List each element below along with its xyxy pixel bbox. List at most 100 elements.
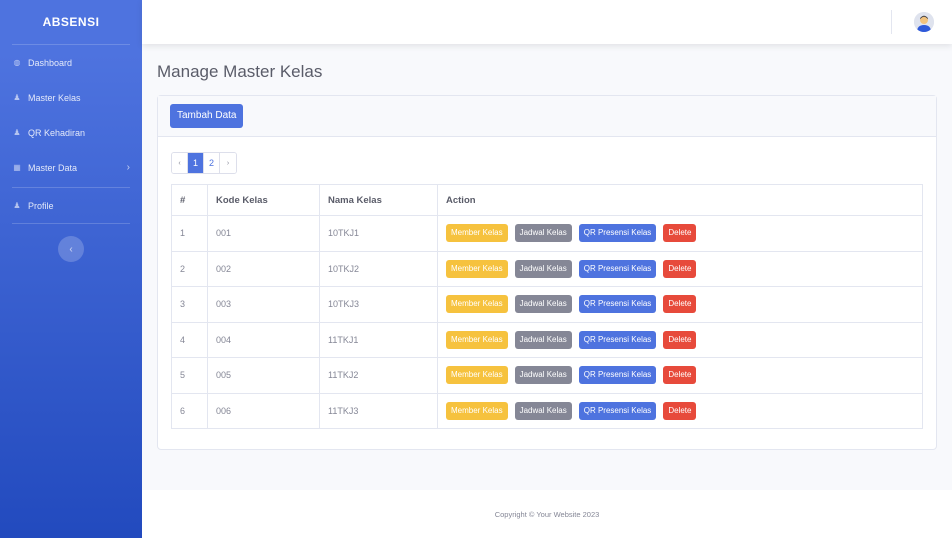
- action-group: Member Kelas Jadwal Kelas QR Presensi Kela…: [446, 366, 914, 385]
- pagination: ‹ 1 2 ›: [171, 152, 237, 174]
- row-number: 5: [171, 357, 208, 394]
- sidebar-item-dashboard[interactable]: ◍ Dashboard: [0, 45, 142, 80]
- nama-kelas-cell: 10TKJ2: [319, 250, 438, 287]
- qr-presensi-kelas-button[interactable]: QR Presensi Kelas: [578, 366, 657, 385]
- action-group: Member Kelas Jadwal Kelas QR Presensi Kela…: [446, 401, 914, 420]
- user-icon: ♟: [13, 93, 21, 102]
- kode-kelas-cell: 004: [207, 321, 320, 358]
- table-body: 1 001 10TKJ1 Member Kelas Jadwal Kelas QR Pre…: [171, 215, 923, 429]
- sidebar-item-label: Master Data: [28, 162, 78, 173]
- delete-button[interactable]: Delete: [663, 259, 697, 278]
- sidebar-item-label: Dashboard: [28, 57, 73, 68]
- delete-button[interactable]: Delete: [663, 366, 697, 385]
- table-row: 5 005 11TKJ2 Member Kelas Jadwal Kelas QR Pre…: [171, 357, 923, 394]
- table-header-row: # Kode Kelas Nama Kelas Action: [171, 184, 923, 216]
- member-kelas-button[interactable]: Member Kelas: [446, 259, 508, 278]
- sidebar-item-profile[interactable]: ♟ Profile: [0, 188, 142, 223]
- column-header-action: Action: [437, 184, 923, 216]
- table-row: 4 004 11TKJ1 Member Kelas Jadwal Kelas QR Pre…: [171, 321, 923, 358]
- avatar[interactable]: [914, 12, 934, 32]
- page-title: Manage Master Kelas: [157, 62, 323, 81]
- chevron-left-icon: ‹: [69, 243, 73, 255]
- jadwal-kelas-button[interactable]: Jadwal Kelas: [514, 224, 572, 243]
- table-row: 3 003 10TKJ3 Member Kelas Jadwal Kelas QR Pre…: [171, 286, 923, 323]
- member-kelas-button[interactable]: Member Kelas: [446, 330, 508, 349]
- jadwal-kelas-button[interactable]: Jadwal Kelas: [514, 295, 572, 314]
- pagination-page-2[interactable]: 2: [204, 153, 220, 173]
- jadwal-kelas-button[interactable]: Jadwal Kelas: [514, 259, 572, 278]
- kode-kelas-cell: 003: [207, 286, 320, 323]
- qr-presensi-kelas-button[interactable]: QR Presensi Kelas: [578, 401, 657, 420]
- jadwal-kelas-button[interactable]: Jadwal Kelas: [514, 401, 572, 420]
- row-number: 3: [171, 286, 208, 323]
- sidebar-item-master-kelas[interactable]: ♟ Master Kelas: [0, 80, 142, 115]
- sidebar: ABSENSI ◍ Dashboard ♟ Master Kelas ♟ QR …: [0, 0, 142, 538]
- nama-kelas-cell: 10TKJ3: [319, 286, 438, 323]
- action-cell: Member Kelas Jadwal Kelas QR Presensi Kela…: [437, 357, 923, 394]
- copyright-text: Copyright © Your Website 2023: [494, 509, 600, 519]
- nama-kelas-cell: 11TKJ3: [319, 392, 438, 429]
- action-cell: Member Kelas Jadwal Kelas QR Presensi Kela…: [437, 250, 923, 287]
- table-icon: ▦: [13, 163, 21, 172]
- delete-button[interactable]: Delete: [663, 330, 697, 349]
- row-number: 1: [171, 215, 208, 252]
- table-row: 2 002 10TKJ2 Member Kelas Jadwal Kelas QR Pre…: [171, 250, 923, 287]
- sidebar-divider: [12, 223, 130, 224]
- row-number: 6: [171, 392, 208, 429]
- member-kelas-button[interactable]: Member Kelas: [446, 401, 508, 420]
- sidebar-item-qr-kehadiran[interactable]: ♟ QR Kehadiran: [0, 115, 142, 150]
- nama-kelas-cell: 10TKJ1: [319, 215, 438, 252]
- pagination-prev-button[interactable]: ‹: [172, 153, 188, 173]
- jadwal-kelas-button[interactable]: Jadwal Kelas: [514, 330, 572, 349]
- nama-kelas-cell: 11TKJ1: [319, 321, 438, 358]
- kode-kelas-cell: 006: [207, 392, 320, 429]
- sidebar-item-label: Master Kelas: [28, 92, 81, 103]
- table-row: 1 001 10TKJ1 Member Kelas Jadwal Kelas QR Pre…: [171, 215, 923, 252]
- qr-presensi-kelas-button[interactable]: QR Presensi Kelas: [578, 224, 657, 243]
- delete-button[interactable]: Delete: [663, 224, 697, 243]
- row-number: 4: [171, 321, 208, 358]
- action-cell: Member Kelas Jadwal Kelas QR Presensi Kela…: [437, 392, 923, 429]
- delete-button[interactable]: Delete: [663, 295, 697, 314]
- add-data-button[interactable]: Tambah Data: [170, 104, 244, 128]
- kode-kelas-cell: 005: [207, 357, 320, 394]
- kode-kelas-cell: 001: [207, 215, 320, 252]
- pagination-next-button[interactable]: ›: [220, 153, 236, 173]
- sidebar-item-label: Profile: [28, 200, 54, 211]
- column-header-kode-kelas: Kode Kelas: [207, 184, 320, 216]
- nama-kelas-cell: 11TKJ2: [319, 357, 438, 394]
- sidebar-item-master-data[interactable]: ▦ Master Data ›: [0, 150, 142, 185]
- member-kelas-button[interactable]: Member Kelas: [446, 366, 508, 385]
- pagination-page-1[interactable]: 1: [188, 153, 204, 173]
- qr-presensi-kelas-button[interactable]: QR Presensi Kelas: [578, 295, 657, 314]
- action-cell: Member Kelas Jadwal Kelas QR Presensi Kela…: [437, 321, 923, 358]
- tachometer-icon: ◍: [13, 58, 21, 67]
- user-avatar-icon: [914, 12, 934, 32]
- qr-presensi-kelas-button[interactable]: QR Presensi Kelas: [578, 259, 657, 278]
- sidebar-toggle-button[interactable]: ‹: [58, 236, 84, 262]
- action-group: Member Kelas Jadwal Kelas QR Presensi Kela…: [446, 330, 914, 349]
- action-group: Member Kelas Jadwal Kelas QR Presensi Kela…: [446, 295, 914, 314]
- brand-title[interactable]: ABSENSI: [0, 0, 142, 44]
- footer: Copyright © Your Website 2023: [142, 490, 952, 538]
- kode-kelas-cell: 002: [207, 250, 320, 287]
- kelas-table: # Kode Kelas Nama Kelas Action 1 001 10TKJ…: [171, 184, 923, 429]
- kelas-card: Tambah Data ‹ 1 2 › # Kode Kelas Nama Ke…: [157, 95, 937, 450]
- action-cell: Member Kelas Jadwal Kelas QR Presensi Kela…: [437, 215, 923, 252]
- table-row: 6 006 11TKJ3 Member Kelas Jadwal Kelas QR Pre…: [171, 392, 923, 429]
- card-header: Tambah Data: [158, 96, 936, 137]
- jadwal-kelas-button[interactable]: Jadwal Kelas: [514, 366, 572, 385]
- delete-button[interactable]: Delete: [663, 401, 697, 420]
- chevron-right-icon: ›: [126, 162, 130, 173]
- column-header-nama-kelas: Nama Kelas: [319, 184, 438, 216]
- user-icon: ♟: [13, 201, 21, 210]
- member-kelas-button[interactable]: Member Kelas: [446, 295, 508, 314]
- action-group: Member Kelas Jadwal Kelas QR Presensi Kela…: [446, 259, 914, 278]
- topbar: [142, 0, 952, 44]
- qr-presensi-kelas-button[interactable]: QR Presensi Kelas: [578, 330, 657, 349]
- sidebar-item-label: QR Kehadiran: [28, 127, 86, 138]
- row-number: 2: [171, 250, 208, 287]
- member-kelas-button[interactable]: Member Kelas: [446, 224, 508, 243]
- column-header-number: #: [171, 184, 208, 216]
- topbar-divider: [891, 10, 892, 34]
